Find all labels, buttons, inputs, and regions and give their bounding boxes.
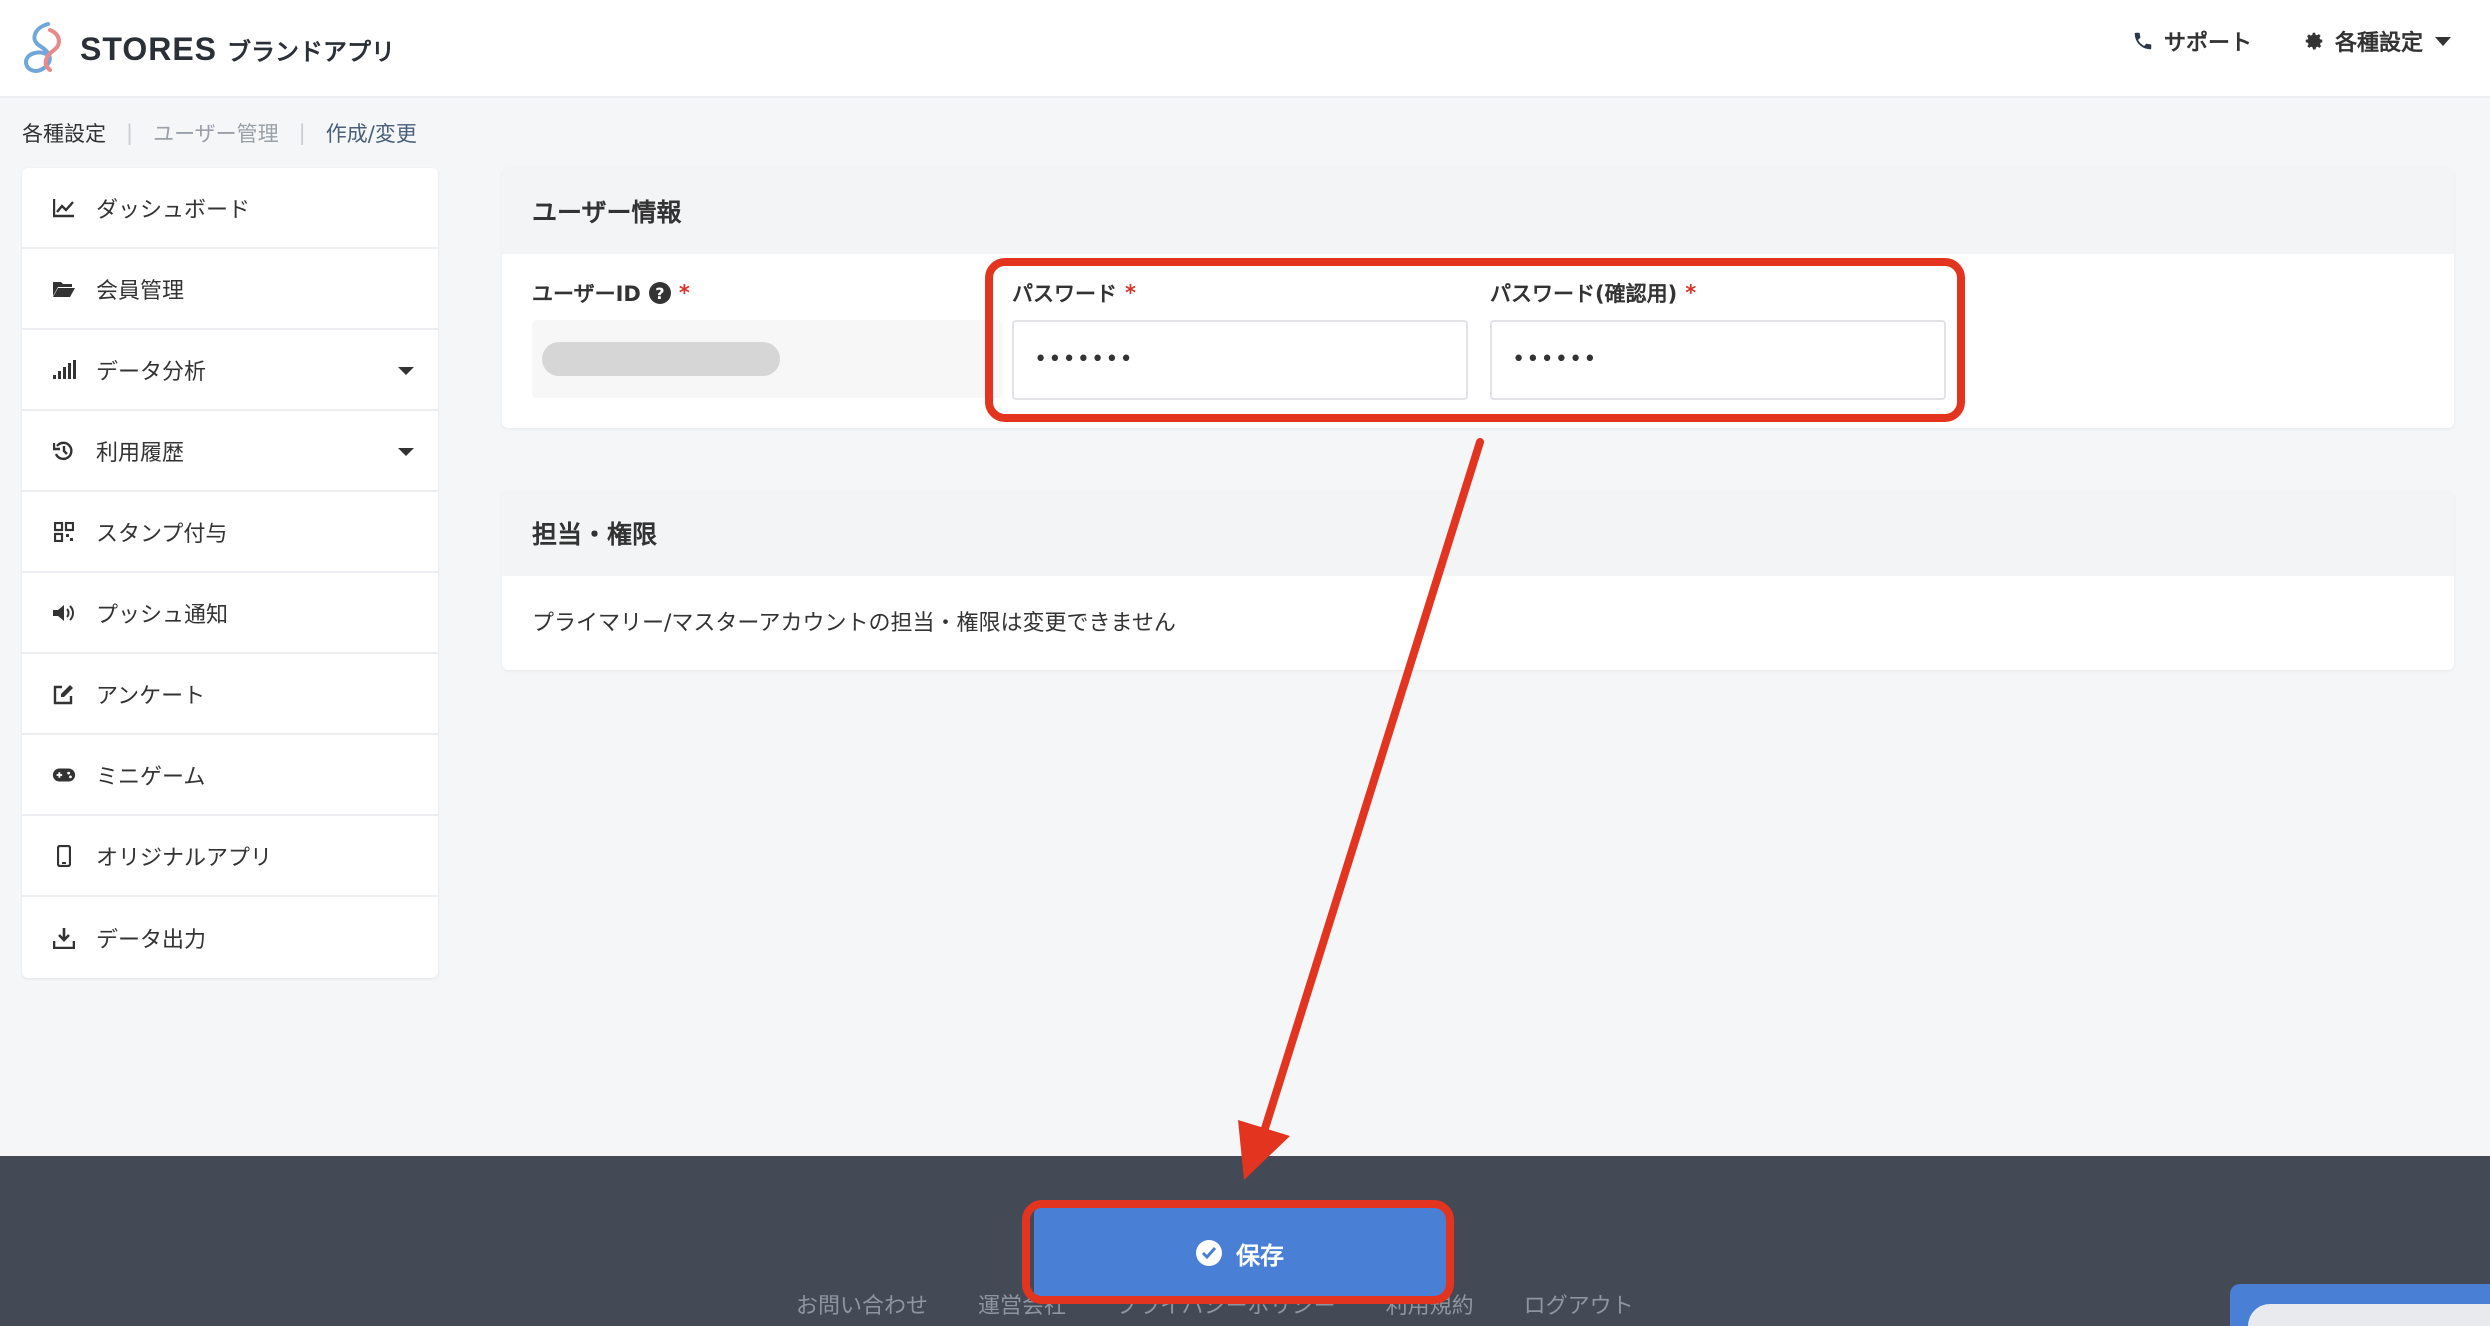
settings-label: 各種設定 bbox=[2335, 31, 2424, 56]
signal-bars-icon bbox=[52, 358, 76, 382]
userid-label-text: ユーザーID bbox=[532, 282, 641, 306]
role-card: 担当・権限 プライマリー/マスターアカウントの担当・権限は変更できません bbox=[502, 490, 2454, 670]
brand-logo[interactable]: STORES ブランドアプリ bbox=[20, 14, 395, 84]
chevron-down-icon bbox=[2435, 36, 2452, 46]
sidebar-item-label: 会員管理 bbox=[96, 278, 185, 304]
stores-logo-icon bbox=[23, 22, 61, 73]
qrcode-icon bbox=[52, 520, 76, 544]
sidebar-item-analytics[interactable]: データ分析 bbox=[22, 330, 438, 411]
edit-icon bbox=[52, 682, 76, 706]
sidebar: ダッシュボード 会員管理 データ分析 利用履歴 スタンプ付与 プッシュ通知 アン… bbox=[22, 168, 438, 978]
sidebar-item-survey[interactable]: アンケート bbox=[22, 654, 438, 735]
gear-icon bbox=[2305, 32, 2323, 50]
phone-icon bbox=[2134, 32, 2152, 50]
support-link[interactable]: サポート bbox=[2132, 24, 2252, 58]
download-icon bbox=[52, 926, 76, 950]
footer-link-logout[interactable]: ログアウト bbox=[1524, 1288, 1634, 1320]
check-circle-icon bbox=[1196, 1240, 1222, 1266]
breadcrumb: 各種設定 | ユーザー管理 | 作成/変更 bbox=[22, 116, 417, 150]
role-message: プライマリー/マスターアカウントの担当・権限は変更できません bbox=[532, 611, 1176, 636]
breadcrumb-settings[interactable]: 各種設定 bbox=[22, 118, 106, 148]
required-mark: * bbox=[1685, 281, 1697, 305]
breadcrumb-user-management[interactable]: ユーザー管理 bbox=[153, 118, 279, 148]
password-confirm-input[interactable]: •••••• bbox=[1490, 320, 1946, 400]
sidebar-item-label: プッシュ通知 bbox=[96, 602, 229, 628]
chat-widget-inner bbox=[2248, 1304, 2490, 1326]
breadcrumb-separator: | bbox=[298, 121, 306, 145]
help-icon[interactable]: ? bbox=[648, 282, 671, 304]
top-header: STORES ブランドアプリ サポート 各種設定 bbox=[0, 0, 2490, 98]
sidebar-item-label: ダッシュボード bbox=[96, 197, 251, 223]
sidebar-item-dashboard[interactable]: ダッシュボード bbox=[22, 168, 438, 249]
sidebar-item-history[interactable]: 利用履歴 bbox=[22, 411, 438, 492]
folder-open-icon bbox=[52, 277, 76, 301]
sidebar-item-label: データ出力 bbox=[96, 927, 207, 953]
userid-label: ユーザーID ? * bbox=[532, 278, 690, 308]
mobile-icon bbox=[52, 844, 76, 868]
volume-icon bbox=[52, 601, 76, 625]
sidebar-item-label: オリジナルアプリ bbox=[96, 845, 273, 871]
sidebar-item-original-app[interactable]: オリジナルアプリ bbox=[22, 816, 438, 897]
userid-field bbox=[532, 320, 1002, 398]
sidebar-item-label: アンケート bbox=[96, 683, 206, 709]
breadcrumb-current: 作成/変更 bbox=[325, 122, 417, 146]
user-info-card: ユーザー情報 ユーザーID ? * パスワード * ••••••• パスワード(… bbox=[502, 168, 2454, 428]
support-label: サポート bbox=[2164, 31, 2253, 56]
sidebar-item-label: 利用履歴 bbox=[96, 440, 185, 466]
chat-widget[interactable] bbox=[2230, 1284, 2490, 1326]
userid-redacted-value bbox=[542, 342, 780, 376]
history-icon bbox=[52, 439, 76, 463]
sidebar-item-members[interactable]: 会員管理 bbox=[22, 249, 438, 330]
required-mark: * bbox=[678, 281, 690, 305]
chart-line-icon bbox=[52, 196, 76, 220]
sidebar-item-minigame[interactable]: ミニゲーム bbox=[22, 735, 438, 816]
sidebar-item-stamp[interactable]: スタンプ付与 bbox=[22, 492, 438, 573]
password-confirm-label: パスワード(確認用) * bbox=[1490, 278, 1696, 308]
user-info-title: ユーザー情報 bbox=[502, 168, 2454, 254]
breadcrumb-separator: | bbox=[126, 121, 134, 145]
sidebar-item-push[interactable]: プッシュ通知 bbox=[22, 573, 438, 654]
save-button-label: 保存 bbox=[1236, 1242, 1284, 1270]
sidebar-item-export[interactable]: データ出力 bbox=[22, 897, 438, 978]
brand-name: STORES bbox=[80, 30, 217, 67]
password-label: パスワード * bbox=[1012, 278, 1136, 308]
required-mark: * bbox=[1125, 281, 1136, 305]
gamepad-icon bbox=[52, 763, 76, 787]
chevron-down-icon bbox=[398, 448, 414, 456]
password-input[interactable]: ••••••• bbox=[1012, 320, 1468, 400]
footer-link-contact[interactable]: お問い合わせ bbox=[796, 1288, 928, 1320]
role-title: 担当・権限 bbox=[502, 490, 2454, 576]
password-label-text: パスワード bbox=[1012, 282, 1117, 306]
password-confirm-label-text: パスワード(確認用) bbox=[1490, 282, 1678, 306]
chevron-down-icon bbox=[398, 367, 414, 375]
sidebar-item-label: スタンプ付与 bbox=[96, 521, 228, 547]
save-button[interactable]: 保存 bbox=[1034, 1208, 1446, 1298]
settings-dropdown[interactable]: 各種設定 bbox=[2303, 24, 2452, 58]
sidebar-item-label: ミニゲーム bbox=[96, 764, 206, 790]
sidebar-item-label: データ分析 bbox=[96, 359, 207, 385]
brand-subtitle: ブランドアプリ bbox=[227, 37, 395, 66]
